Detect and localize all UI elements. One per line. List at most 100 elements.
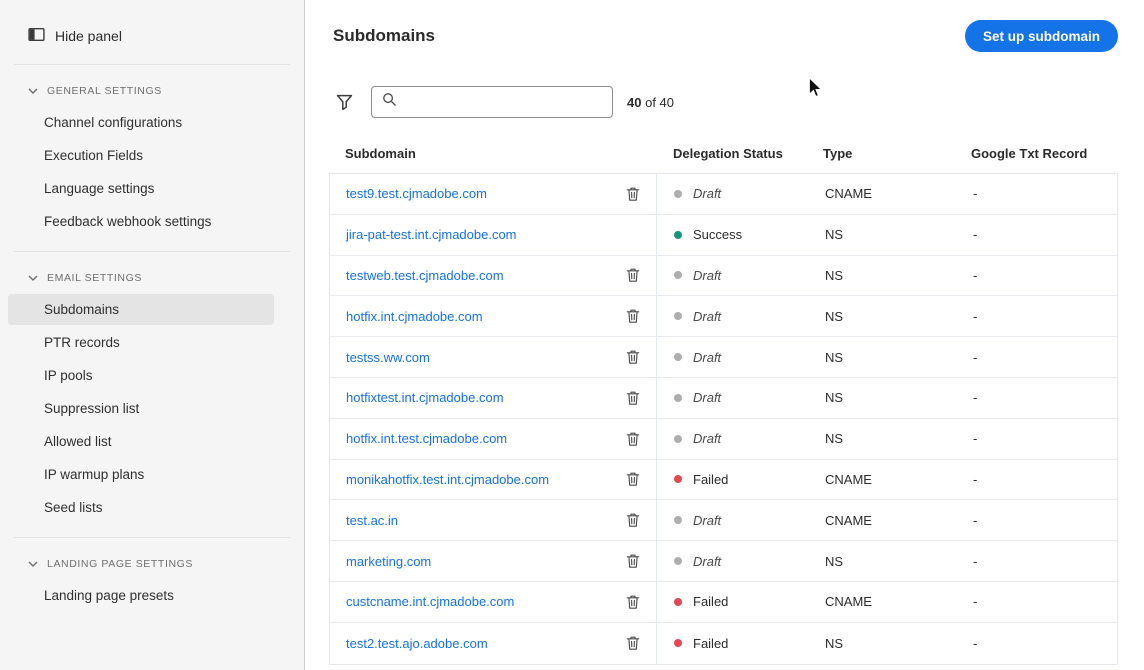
subdomain-link[interactable]: test.ac.in bbox=[346, 513, 398, 528]
status-dot bbox=[674, 434, 682, 443]
sidebar-item-subdomains[interactable]: Subdomains bbox=[8, 294, 274, 325]
column-header-google-txt-record: Google Txt Record bbox=[971, 146, 1088, 161]
google-txt-value: - bbox=[973, 594, 978, 610]
subdomain-link[interactable]: monikahotfix.test.int.cjmadobe.com bbox=[346, 472, 549, 487]
table-row[interactable]: hotfix.int.cjmadobe.com Draft NS - bbox=[330, 296, 1117, 338]
section-email-settings[interactable]: EMAIL SETTINGS bbox=[0, 252, 304, 292]
sidebar-item-ip-pools[interactable]: IP pools bbox=[8, 360, 274, 391]
subdomains-table: Subdomain Delegation Status Type Google … bbox=[329, 140, 1118, 665]
trash-icon[interactable] bbox=[624, 266, 642, 284]
section-label: GENERAL SETTINGS bbox=[47, 85, 162, 97]
subdomain-link[interactable]: test2.test.ajo.adobe.com bbox=[346, 636, 488, 651]
status-dot bbox=[674, 393, 682, 402]
google-txt-value: - bbox=[973, 390, 978, 406]
status-label: Draft bbox=[693, 267, 722, 283]
type-value: CNAME bbox=[825, 594, 872, 610]
status-dot bbox=[674, 639, 682, 648]
section-label: LANDING PAGE SETTINGS bbox=[47, 558, 194, 570]
sidebar-item-landing-page-presets[interactable]: Landing page presets bbox=[8, 580, 274, 611]
status-dot bbox=[674, 475, 682, 484]
sidebar-item-feedback-webhook-settings[interactable]: Feedback webhook settings bbox=[8, 206, 274, 237]
settings-sidebar: Hide panel GENERAL SETTINGS Channel conf… bbox=[0, 0, 305, 670]
subdomain-link[interactable]: testss.ww.com bbox=[346, 350, 430, 365]
table-row[interactable]: testweb.test.cjmadobe.com Draft NS - bbox=[330, 255, 1117, 297]
subdomain-link[interactable]: custcname.int.cjmadobe.com bbox=[346, 594, 514, 609]
type-value: NS bbox=[825, 431, 844, 447]
google-txt-value: - bbox=[973, 553, 978, 569]
trash-icon[interactable] bbox=[624, 511, 642, 529]
status-label: Draft bbox=[693, 431, 722, 447]
trash-icon[interactable] bbox=[624, 348, 642, 366]
sidebar-item-execution-fields[interactable]: Execution Fields bbox=[8, 140, 274, 171]
trash-icon[interactable] bbox=[624, 634, 642, 652]
sidebar-item-ptr-records[interactable]: PTR records bbox=[8, 327, 274, 358]
subdomain-link[interactable]: jira-pat-test.int.cjmadobe.com bbox=[346, 227, 517, 242]
sidebar-item-channel-configurations[interactable]: Channel configurations bbox=[8, 107, 274, 138]
status-label: Draft bbox=[693, 390, 722, 406]
status-dot bbox=[674, 557, 682, 566]
status-dot bbox=[674, 353, 682, 362]
trash-icon[interactable] bbox=[624, 389, 642, 407]
section-label: EMAIL SETTINGS bbox=[47, 272, 142, 284]
section-landing-page-settings[interactable]: LANDING PAGE SETTINGS bbox=[0, 538, 304, 578]
column-header-type: Type bbox=[823, 146, 853, 161]
chevron-down-icon bbox=[28, 85, 38, 97]
status-label: Draft bbox=[693, 512, 722, 528]
subdomain-link[interactable]: test9.test.cjmadobe.com bbox=[346, 186, 487, 201]
trash-icon[interactable] bbox=[624, 552, 642, 570]
status-dot bbox=[674, 516, 682, 525]
sidebar-item-ip-warmup-plans[interactable]: IP warmup plans bbox=[8, 459, 274, 490]
sidebar-item-suppression-list[interactable]: Suppression list bbox=[8, 393, 274, 424]
hide-panel-button[interactable]: Hide panel bbox=[0, 4, 304, 64]
type-value: NS bbox=[825, 227, 844, 243]
table-row[interactable]: test.ac.in Draft CNAME - bbox=[330, 500, 1117, 542]
table-row[interactable]: marketing.com Draft NS - bbox=[330, 541, 1117, 582]
main-content: Subdomains Set up subdomain 40 of 40 Sub… bbox=[305, 0, 1144, 670]
table-row[interactable]: test9.test.cjmadobe.com Draft CNAME - bbox=[330, 174, 1117, 215]
subdomain-link[interactable]: hotfix.int.test.cjmadobe.com bbox=[346, 431, 507, 446]
column-header-subdomain: Subdomain bbox=[345, 146, 416, 161]
search-input[interactable] bbox=[405, 93, 602, 111]
google-txt-value: - bbox=[973, 186, 978, 202]
table-row[interactable]: custcname.int.cjmadobe.com Failed CNAME … bbox=[330, 581, 1117, 623]
table-body: test9.test.cjmadobe.com Draft CNAME - ji… bbox=[329, 173, 1118, 665]
subdomain-link[interactable]: marketing.com bbox=[346, 554, 431, 569]
sidebar-item-seed-lists[interactable]: Seed lists bbox=[8, 492, 274, 523]
table-row[interactable]: monikahotfix.test.int.cjmadobe.com Faile… bbox=[330, 459, 1117, 501]
status-label: Draft bbox=[693, 553, 722, 569]
table-header: Subdomain Delegation Status Type Google … bbox=[329, 140, 1118, 173]
type-value: NS bbox=[825, 267, 844, 283]
section-general-settings[interactable]: GENERAL SETTINGS bbox=[0, 65, 304, 105]
trash-icon[interactable] bbox=[624, 430, 642, 448]
trash-icon[interactable] bbox=[624, 307, 642, 325]
subdomain-link[interactable]: hotfixtest.int.cjmadobe.com bbox=[346, 390, 504, 405]
column-header-delegation-status: Delegation Status bbox=[673, 146, 783, 161]
panel-icon bbox=[28, 26, 45, 46]
google-txt-value: - bbox=[973, 267, 978, 283]
sidebar-item-language-settings[interactable]: Language settings bbox=[8, 173, 274, 204]
table-toolbar: 40 of 40 bbox=[333, 86, 1118, 118]
filter-icon[interactable] bbox=[333, 91, 355, 113]
table-row[interactable]: hotfix.int.test.cjmadobe.com Draft NS - bbox=[330, 418, 1117, 460]
google-txt-value: - bbox=[973, 471, 978, 487]
subdomain-link[interactable]: testweb.test.cjmadobe.com bbox=[346, 268, 504, 283]
table-row[interactable]: testss.ww.com Draft NS - bbox=[330, 337, 1117, 378]
table-row[interactable]: jira-pat-test.int.cjmadobe.com Success N… bbox=[330, 214, 1117, 256]
table-row[interactable]: hotfixtest.int.cjmadobe.com Draft NS - bbox=[330, 377, 1117, 419]
app-window: Hide panel GENERAL SETTINGS Channel conf… bbox=[0, 0, 1144, 670]
trash-icon[interactable] bbox=[624, 470, 642, 488]
table-row[interactable]: test2.test.ajo.adobe.com Failed NS - bbox=[330, 622, 1117, 664]
status-dot bbox=[674, 271, 682, 280]
sidebar-item-allowed-list[interactable]: Allowed list bbox=[8, 426, 274, 457]
result-count: 40 of 40 bbox=[627, 95, 674, 110]
set-up-subdomain-button[interactable]: Set up subdomain bbox=[964, 20, 1118, 52]
trash-icon[interactable] bbox=[624, 185, 642, 203]
trash-icon[interactable] bbox=[624, 593, 642, 611]
status-dot bbox=[674, 312, 682, 321]
subdomain-link[interactable]: hotfix.int.cjmadobe.com bbox=[346, 309, 483, 324]
type-value: CNAME bbox=[825, 186, 872, 202]
google-txt-value: - bbox=[973, 512, 978, 528]
google-txt-value: - bbox=[973, 431, 978, 447]
hide-panel-label: Hide panel bbox=[55, 28, 122, 44]
search-box[interactable] bbox=[371, 86, 613, 118]
